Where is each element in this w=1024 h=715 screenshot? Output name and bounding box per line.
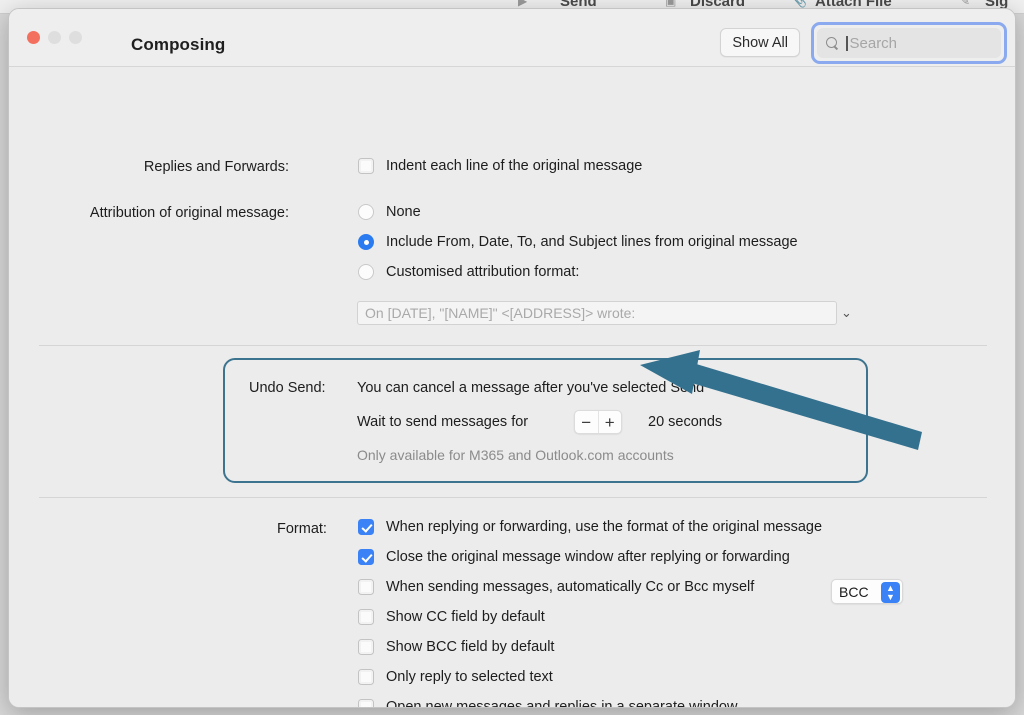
format-option-label-2: When sending messages, automatically Cc … [386,579,755,595]
undo-send-note: Only available for M365 and Outlook.com … [357,447,674,463]
format-option-row-5[interactable]: Only reply to selected text [358,669,553,685]
attribution-option-custom-label: Customised attribution format: [386,264,580,280]
search-placeholder: Search [849,34,898,52]
format-checkbox-auto-cc-bcc-myself[interactable] [358,579,374,595]
attribution-option-none[interactable]: None [358,204,421,220]
format-option-row-1[interactable]: Close the original message window after … [358,549,790,565]
attribution-radio-none[interactable] [358,204,374,220]
search-focus-ring: Search [811,22,1007,64]
format-option-label-1: Close the original message window after … [386,549,790,565]
chevron-up-down-icon[interactable]: ▲ ▼ [881,582,900,603]
format-option-row-2[interactable]: When sending messages, automatically Cc … [358,579,754,595]
undo-send-label: Undo Send: [249,380,326,396]
replies-and-forwards-label: Replies and Forwards: [143,159,289,175]
window-controls [27,31,82,44]
indent-each-line-checkbox[interactable] [358,158,374,174]
indent-each-line-label: Indent each line of the original message [386,158,643,174]
attribution-option-include[interactable]: Include From, Date, To, and Subject line… [358,234,798,250]
format-label: Format: [277,521,327,537]
text-caret [846,35,848,51]
format-option-row-0[interactable]: When replying or forwarding, use the for… [358,519,822,535]
show-all-button[interactable]: Show All [720,28,800,57]
preferences-content: Replies and Forwards: Indent each line o… [9,67,1015,708]
format-checkbox-open-separate-window[interactable] [358,699,374,707]
composing-preferences-window: Composing Show All Search Replies and Fo… [8,8,1016,708]
custom-attribution-placeholder: On [DATE], "[NAME]" <[ADDRESS]> wrote: [365,305,636,321]
search-input[interactable]: Search [817,28,1001,58]
undo-send-highlight-box [223,358,868,483]
format-option-label-6: Open new messages and replies in a separ… [386,699,738,708]
minimize-button[interactable] [48,31,61,44]
format-checkbox-use-original-format[interactable] [358,519,374,535]
indent-each-line-checkbox-row[interactable]: Indent each line of the original message [358,158,642,174]
send-icon: ▶ [518,0,528,8]
attribution-option-none-label: None [386,204,421,220]
format-checkbox-only-reply-selected-text[interactable] [358,669,374,685]
cc-bcc-select[interactable]: BCC ▲ ▼ [831,579,903,604]
format-checkbox-show-cc-field[interactable] [358,609,374,625]
search-icon [826,36,839,50]
format-checkbox-close-original-window[interactable] [358,549,374,565]
show-all-label: Show All [732,34,788,51]
undo-send-seconds-value: 20 seconds [648,414,723,430]
attribution-label: Attribution of original message: [89,205,289,221]
format-option-label-3: Show CC field by default [386,609,545,625]
wait-to-send-label: Wait to send messages for [357,414,529,430]
window-titlebar: Composing Show All Search [9,9,1015,67]
format-option-label-4: Show BCC field by default [386,639,555,655]
format-option-row-6[interactable]: Open new messages and replies in a separ… [358,699,738,708]
attribution-radio-custom[interactable] [358,264,374,280]
attribution-radio-include[interactable] [358,234,374,250]
stepper-decrement-button[interactable]: − [575,411,599,433]
zoom-button[interactable] [69,31,82,44]
format-option-label-5: Only reply to selected text [386,669,553,685]
page-title: Composing [131,35,226,54]
custom-attribution-input[interactable]: On [DATE], "[NAME]" <[ADDRESS]> wrote: [357,301,837,325]
discard-icon: ▣ [665,0,677,8]
section-divider-top [39,345,987,346]
attribution-option-include-label: Include From, Date, To, and Subject line… [386,234,798,250]
format-checkbox-show-bcc-field[interactable] [358,639,374,655]
format-option-row-4[interactable]: Show BCC field by default [358,639,554,655]
undo-send-stepper[interactable]: − + [574,410,622,434]
undo-send-description: You can cancel a message after you've se… [357,380,705,396]
signature-icon: ✎ [960,0,971,8]
attribution-option-custom[interactable]: Customised attribution format: [358,264,579,280]
attach-icon: 📎 [792,0,807,8]
close-button[interactable] [27,31,40,44]
chevron-down-icon[interactable]: ⌄ [841,305,852,321]
stepper-increment-button[interactable]: + [599,411,622,433]
section-divider-bottom [39,497,987,498]
format-option-label-0: When replying or forwarding, use the for… [386,519,823,535]
format-option-row-3[interactable]: Show CC field by default [358,609,545,625]
cc-bcc-selected-value: BCC [839,583,869,600]
